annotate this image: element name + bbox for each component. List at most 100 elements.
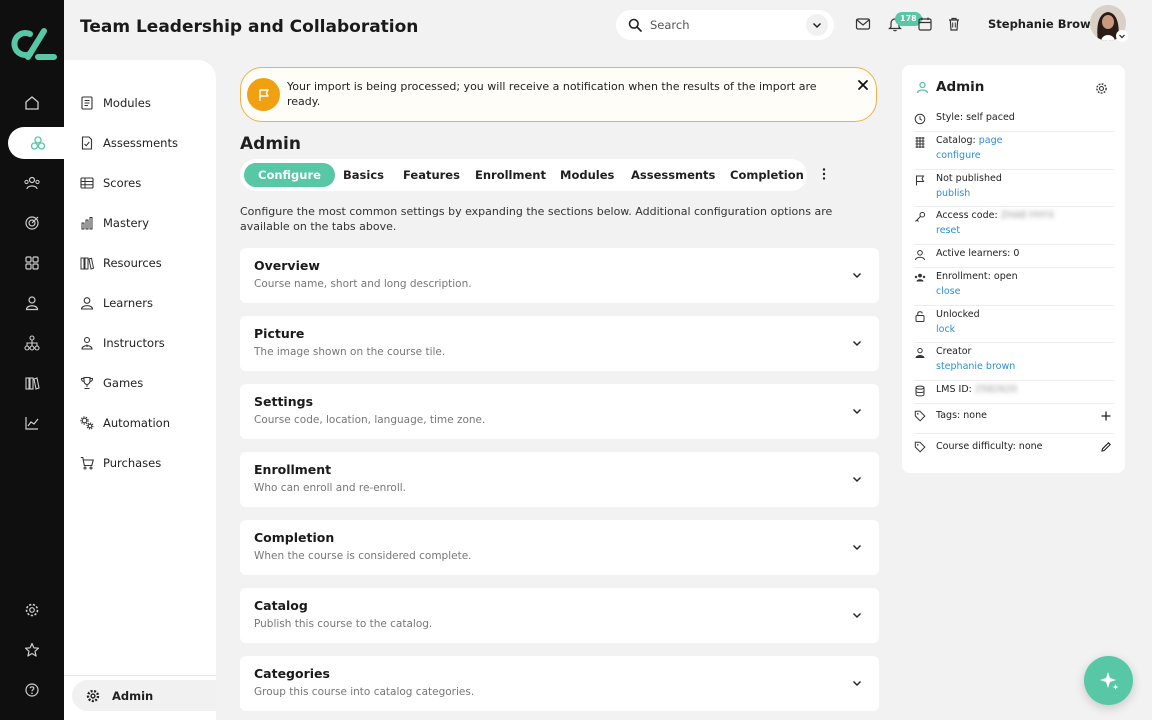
admin-panel-title: Admin	[936, 79, 985, 95]
flag-icon	[916, 175, 925, 186]
hierarchy-icon[interactable]	[0, 327, 64, 359]
home-icon[interactable]	[0, 87, 64, 119]
tab-bar: Configure Basics Features Enrollment Mod…	[240, 159, 807, 191]
card-title: Settings	[254, 394, 314, 409]
table-icon	[80, 177, 94, 189]
tab-basics[interactable]: Basics	[343, 163, 384, 187]
gear-icon[interactable]	[0, 594, 64, 626]
sidebar-item-scores[interactable]: Scores	[80, 172, 141, 194]
sidebar-item-label: Automation	[103, 416, 170, 430]
page-scrollbar[interactable]	[1146, 0, 1152, 720]
sidebar-item-automation[interactable]: Automation	[80, 412, 170, 434]
trash-icon[interactable]	[946, 16, 962, 32]
sidebar-item-mastery[interactable]: Mastery	[80, 212, 149, 234]
reset-code-link[interactable]: reset	[936, 224, 960, 238]
sidebar-item-label: Instructors	[103, 336, 165, 350]
creator-label: Creator	[936, 346, 972, 357]
calendar-icon[interactable]	[917, 16, 933, 32]
modules-icon[interactable]	[8, 127, 68, 159]
card-title: Categories	[254, 666, 330, 681]
users-icon[interactable]	[0, 167, 64, 199]
section-card-settings[interactable]: Settings Course code, location, language…	[240, 384, 879, 439]
edit-icon[interactable]	[1100, 441, 1112, 453]
tab-configure[interactable]: Configure	[244, 163, 335, 187]
section-card-overview[interactable]: Overview Course name, short and long des…	[240, 248, 879, 303]
unlock-icon	[915, 311, 925, 322]
clock-icon	[914, 113, 926, 125]
card-description: Who can enroll and re-enroll.	[254, 482, 407, 494]
lock-link[interactable]: lock	[936, 323, 955, 337]
settings-gear-icon[interactable]	[1095, 82, 1108, 95]
ai-assistant-button[interactable]	[1084, 656, 1133, 705]
chevron-down-icon	[853, 613, 861, 618]
active-learners-label: Active learners: 0	[936, 248, 1020, 259]
chevron-down-icon	[853, 681, 861, 686]
chevron-down-icon	[853, 409, 861, 414]
star-icon[interactable]	[0, 634, 64, 666]
catalog-configure-link[interactable]: configure	[936, 149, 981, 163]
tab-completion[interactable]: Completion	[730, 163, 804, 187]
sidebar-item-learners[interactable]: Learners	[80, 292, 153, 314]
tab-features[interactable]: Features	[403, 163, 460, 187]
close-enrollment-link[interactable]: close	[936, 285, 960, 299]
section-card-completion[interactable]: Completion When the course is considered…	[240, 520, 879, 575]
sidebar-item-label: Modules	[103, 96, 151, 110]
section-card-picture[interactable]: Picture The image shown on the course ti…	[240, 316, 879, 371]
access-code-row: Access code: ZHAE-YHYX reset	[914, 207, 1114, 245]
section-card-enrollment[interactable]: Enrollment Who can enroll and re-enroll.	[240, 452, 879, 507]
sidebar-item-assessments[interactable]: Assessments	[80, 132, 178, 154]
catalog-page-link[interactable]: page	[979, 135, 1003, 146]
sidebar-item-instructors[interactable]: Instructors	[80, 332, 165, 354]
creator-link[interactable]: stephanie brown	[936, 360, 1015, 374]
library-icon[interactable]	[0, 367, 64, 399]
database-icon	[915, 385, 925, 397]
help-icon[interactable]	[0, 674, 64, 706]
section-card-catalog[interactable]: Catalog Publish this course to the catal…	[240, 588, 879, 643]
sidebar-item-modules[interactable]: Modules	[80, 92, 151, 114]
app-logo[interactable]	[8, 26, 58, 62]
catalog-grid-icon	[915, 137, 925, 148]
sidebar-item-games[interactable]: Games	[80, 372, 143, 394]
bar-chart-icon	[81, 217, 93, 230]
mail-icon[interactable]	[855, 16, 871, 32]
more-options-icon[interactable]	[821, 167, 827, 181]
lock-row: Unlocked lock	[914, 306, 1114, 343]
close-icon[interactable]	[856, 78, 870, 92]
chevron-down-icon	[853, 545, 861, 550]
search-bar	[616, 10, 834, 40]
user-name[interactable]: Stephanie Brown	[988, 17, 1099, 31]
grid-icon[interactable]	[0, 247, 64, 279]
section-card-categories[interactable]: Categories Group this course into catalo…	[240, 656, 879, 711]
card-description: Publish this course to the catalog.	[254, 618, 433, 630]
tab-modules[interactable]: Modules	[560, 163, 614, 187]
enrollment-row: Enrollment: open close	[914, 268, 1114, 306]
access-code-label: Access code: ZHAE-YHYX	[936, 210, 1055, 221]
sidebar-item-admin[interactable]: Admin	[72, 680, 216, 711]
lms-id-label: LMS ID: 2582620	[936, 384, 1018, 395]
publish-link[interactable]: publish	[936, 187, 970, 201]
sidebar-item-purchases[interactable]: Purchases	[80, 452, 161, 474]
lms-id-row: LMS ID: 2582620	[914, 381, 1114, 404]
sidebar: Modules Assessments Scores Mastery Resou…	[64, 60, 216, 720]
creator-row: Creator stephanie brown	[914, 343, 1114, 381]
target-icon[interactable]	[0, 207, 64, 239]
person-icon[interactable]	[0, 287, 64, 319]
chart-icon[interactable]	[0, 407, 64, 439]
tag-icon	[914, 410, 926, 422]
creator-icon	[915, 347, 925, 358]
add-icon[interactable]	[1100, 410, 1112, 422]
search-input[interactable]	[650, 18, 800, 32]
search-dropdown-button[interactable]	[806, 14, 828, 36]
sidebar-item-resources[interactable]: Resources	[80, 252, 162, 274]
card-description: The image shown on the course tile.	[254, 346, 446, 358]
sidebar-item-label: Mastery	[103, 216, 150, 230]
tab-enrollment[interactable]: Enrollment	[475, 163, 546, 187]
admin-person-icon	[916, 81, 929, 94]
lms-id-value: 2582620	[974, 384, 1018, 395]
tab-assessments[interactable]: Assessments	[631, 163, 715, 187]
sparkle-icon	[1099, 671, 1118, 690]
user-menu-toggle[interactable]	[1116, 30, 1128, 42]
cart-icon	[80, 456, 94, 470]
flag-icon	[247, 78, 280, 111]
import-alert: Your import is being processed; you will…	[240, 67, 877, 122]
